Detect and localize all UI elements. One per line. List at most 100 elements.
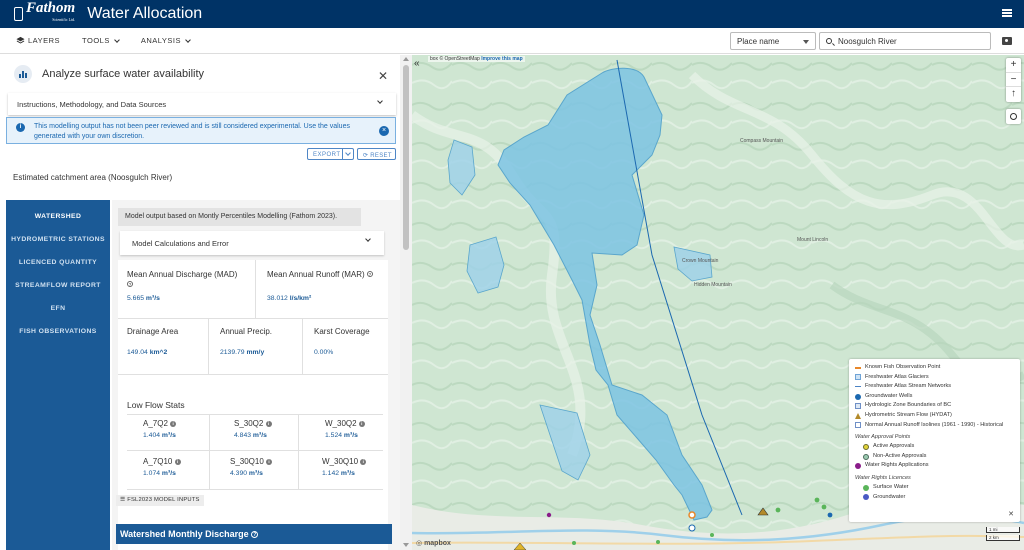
mapbox-text: mapbox [424, 540, 451, 547]
legend-item: Hydrometric Stream Flow (HYDAT) [855, 411, 1014, 421]
help-icon[interactable]: ? [127, 281, 133, 287]
nav-tab-licenced-quantity[interactable]: LICENCED QUANTITY [6, 251, 110, 274]
fish-point-icon [855, 366, 861, 369]
reset-button[interactable]: ⟳ RESET [357, 148, 396, 160]
info-icon[interactable]: i [358, 421, 365, 427]
compass-button[interactable]: ↑ [1006, 87, 1021, 102]
low-flow-label: S_30Q2 [234, 419, 264, 428]
info-icon[interactable]: i [265, 421, 272, 427]
info-icon[interactable]: i [266, 459, 273, 465]
legend-item: Freshwater Atlas Glaciers [855, 373, 1014, 383]
divider [302, 318, 303, 374]
info-icon[interactable]: i [170, 421, 177, 427]
dismiss-notice-icon[interactable]: × [379, 126, 389, 136]
place-type-select[interactable]: Place name [730, 32, 816, 50]
export-label: EXPORT [313, 151, 341, 158]
panel-title: Analyze surface water availability [42, 68, 205, 80]
fish-observation-point[interactable] [688, 511, 696, 519]
place-label: Hidden Mountain [694, 282, 732, 288]
nav-tab-hydrometric-stations[interactable]: HYDROMETRIC STATIONS [6, 228, 110, 251]
approval-point[interactable] [821, 504, 827, 510]
help-icon[interactable]: ? [251, 531, 259, 538]
low-flow-stat: W_30Q10 i 1.142 m³/s [322, 457, 367, 477]
legend-label: Surface Water [873, 483, 909, 490]
chevron-down-icon [185, 36, 191, 43]
legend-item: Hydrologic Zone Boundaries of BC [855, 401, 1014, 411]
analysis-menu[interactable]: ANALYSIS [141, 36, 191, 45]
divider [298, 414, 299, 489]
analysis-panel: Analyze surface water availability ✕ Ins… [0, 55, 412, 550]
water-rights-application[interactable] [546, 512, 552, 518]
layers-menu[interactable]: LAYERS [16, 36, 60, 45]
drainage-area-label: Drainage Area [127, 327, 179, 336]
low-flow-title: Low Flow Stats [127, 400, 185, 410]
nav-tab-watershed[interactable]: WATERSHED [6, 205, 110, 228]
low-flow-value: 4.843 [234, 432, 252, 439]
hamburger-menu-icon[interactable] [1002, 9, 1012, 17]
search-value: Noosgulch River [838, 37, 897, 46]
info-icon[interactable]: i [360, 459, 367, 465]
close-icon[interactable]: ✕ [378, 69, 388, 83]
approval-point[interactable] [814, 497, 820, 503]
model-note: Model output based on Montly Percentiles… [118, 208, 361, 226]
fsl-model-inputs-button[interactable]: ☰ FSL2023 MODEL INPUTS [116, 495, 204, 506]
zoom-in-button[interactable]: + [1006, 58, 1021, 73]
notice-line-2: generated with your own discretion. [34, 133, 145, 140]
camera-icon[interactable] [1002, 37, 1012, 45]
legend-item: Groundwater [855, 493, 1014, 503]
low-flow-unit: m³/s [343, 432, 358, 439]
divider [255, 260, 256, 318]
place-label: Crown Mountain [682, 258, 719, 264]
low-flow-label: A_7Q2 [143, 419, 168, 428]
annual-precip-value: 2139.79 [220, 349, 245, 356]
locate-icon[interactable] [1006, 109, 1021, 124]
low-flow-label: A_7Q10 [143, 457, 173, 466]
zoom-out-button[interactable]: − [1006, 73, 1021, 88]
collapse-panel-icon[interactable]: « [414, 58, 426, 72]
annual-precip-unit: mm/y [246, 349, 265, 356]
nav-tab-streamflow-report[interactable]: STREAMFLOW REPORT [6, 274, 110, 297]
nav-tab-fish-observations[interactable]: FISH OBSERVATIONS [6, 320, 110, 343]
legend-item: Water Rights Applications [855, 461, 1014, 471]
active-approval-icon [863, 443, 869, 450]
low-flow-stat: W_30Q2 i 1.524 m³/s [325, 419, 365, 439]
place-type-value: Place name [737, 37, 780, 46]
legend-label: Groundwater Wells [865, 392, 913, 399]
non-active-approval-icon [863, 453, 869, 460]
instructions-accordion[interactable]: Instructions, Methodology, and Data Sour… [8, 93, 396, 115]
model-calculations-accordion[interactable]: Model Calculations and Error [120, 231, 384, 255]
panel-scrollbar[interactable] [400, 55, 412, 550]
tools-menu[interactable]: TOOLS [82, 36, 120, 45]
scroll-up-icon[interactable] [403, 57, 409, 61]
chevron-down-icon [365, 236, 371, 242]
map-marker[interactable] [688, 524, 696, 532]
chevron-down-icon [114, 36, 120, 43]
place-label: Mount Lincoln [797, 237, 829, 243]
annual-precip-label: Annual Precip. [220, 327, 273, 336]
low-flow-value: 4.390 [230, 470, 248, 477]
legend-label: Groundwater [873, 493, 906, 500]
place-label: Compass Mountain [740, 138, 784, 144]
close-legend-icon[interactable]: ✕ [1008, 510, 1014, 518]
analysis-side-nav: WATERSHED HYDROMETRIC STATIONS LICENCED … [6, 200, 110, 550]
legend-label: Hydrologic Zone Boundaries of BC [865, 402, 952, 409]
map-legend: Known Fish Observation Point Freshwater … [849, 359, 1020, 522]
scrollbar-thumb[interactable] [403, 65, 409, 250]
chevron-down-icon [377, 98, 383, 104]
groundwater-well[interactable] [827, 512, 833, 518]
low-flow-stat: S_30Q10 i 4.390 m³/s [230, 457, 273, 477]
improve-map-link[interactable]: Improve this map [481, 56, 522, 62]
low-flow-value: 1.074 [143, 470, 161, 477]
low-flow-unit: m³/s [340, 470, 355, 477]
info-icon: i [16, 123, 25, 132]
nav-tab-efn[interactable]: EFN [6, 297, 110, 320]
scroll-down-icon[interactable] [403, 543, 409, 547]
approval-point[interactable] [775, 507, 781, 513]
export-dropdown-icon[interactable] [342, 149, 353, 159]
export-button[interactable]: EXPORT [307, 148, 354, 160]
legend-item: Active Approvals [855, 442, 1014, 452]
place-search-input[interactable]: Noosgulch River [819, 32, 991, 50]
help-icon[interactable]: ? [366, 271, 373, 277]
info-icon[interactable]: i [174, 459, 181, 465]
low-flow-label: W_30Q10 [322, 457, 359, 466]
